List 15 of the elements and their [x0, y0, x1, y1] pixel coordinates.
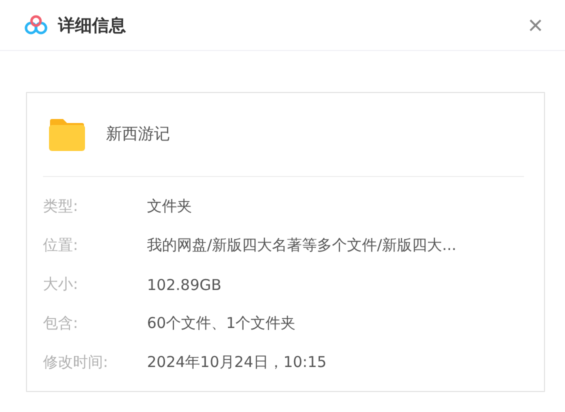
detail-label: 修改时间: — [43, 353, 110, 372]
detail-value: 102.89GB — [147, 276, 222, 294]
detail-label: 大小: — [43, 275, 80, 294]
detail-value: 60个文件、1个文件夹 — [147, 314, 296, 333]
detail-label: 包含: — [43, 314, 80, 333]
folder-icon — [48, 118, 86, 152]
detail-value: 我的网盘/新版四大名著等多个文件/新版四大... — [147, 236, 456, 255]
close-button[interactable]: × — [528, 12, 543, 38]
detail-value: 2024年10月24日，10:15 — [147, 353, 327, 372]
file-name: 新西游记 — [106, 124, 170, 145]
app-logo-icon — [24, 15, 48, 35]
detail-label: 类型: — [43, 197, 80, 216]
detail-label: 位置: — [43, 236, 80, 255]
detail-value: 文件夹 — [147, 197, 192, 216]
window-title: 详细信息 — [58, 14, 127, 36]
